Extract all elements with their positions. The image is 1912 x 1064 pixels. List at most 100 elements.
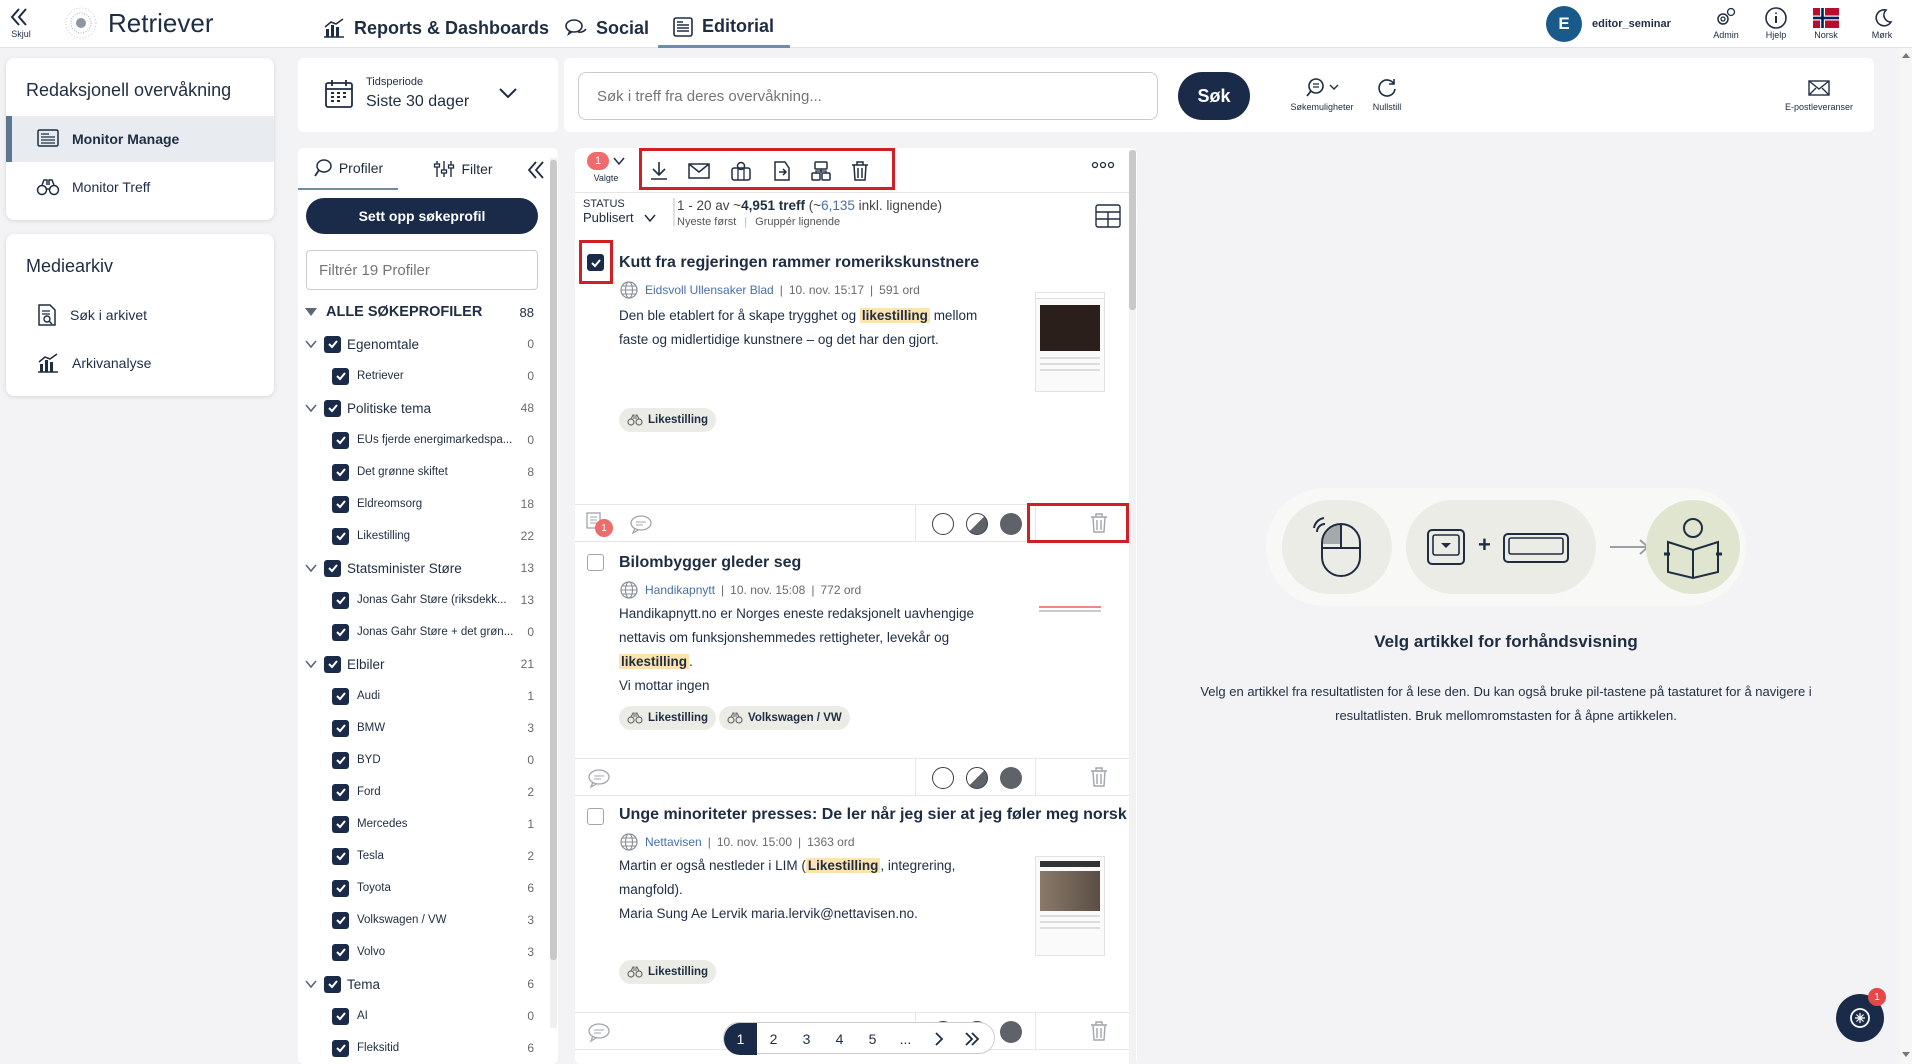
- profile-checkbox[interactable]: [332, 879, 349, 897]
- profile-group-row[interactable]: Politiske tema 48: [298, 392, 546, 424]
- profile-row[interactable]: Tesla 2: [298, 840, 546, 872]
- search-options-button[interactable]: Søkemuligheter: [1282, 76, 1362, 112]
- admin-button[interactable]: Admin: [1706, 6, 1746, 40]
- article-source[interactable]: Eidsvoll Ullensaker Blad: [645, 283, 774, 297]
- status-dropdown[interactable]: STATUS Publisert: [583, 198, 656, 225]
- profile-checkbox[interactable]: [324, 399, 341, 417]
- rating-half-circle[interactable]: [966, 513, 988, 535]
- comments-button[interactable]: 1: [585, 511, 613, 537]
- profile-checkbox[interactable]: [332, 623, 349, 641]
- profile-scrollbar[interactable]: [550, 158, 557, 1028]
- tag-likestilling[interactable]: Likestilling: [619, 706, 717, 730]
- page-1-button[interactable]: 1: [724, 1023, 757, 1055]
- article-source[interactable]: Handikapnytt: [645, 583, 715, 597]
- profile-checkbox[interactable]: [332, 911, 349, 929]
- chevron-down-icon[interactable]: [304, 401, 318, 415]
- profile-filter-input[interactable]: [306, 250, 538, 290]
- profile-checkbox[interactable]: [332, 847, 349, 865]
- help-button[interactable]: Hjelp: [1756, 6, 1796, 40]
- profile-row[interactable]: Retriever 0: [298, 360, 546, 392]
- profile-group-row[interactable]: Statsminister Støre 13: [298, 552, 546, 584]
- page-scrollbar[interactable]: [1900, 48, 1912, 1064]
- profile-row[interactable]: Audi 1: [298, 680, 546, 712]
- profile-row[interactable]: Toyota 6: [298, 872, 546, 904]
- profile-row[interactable]: Volvo 3: [298, 936, 546, 968]
- email-delivery-button[interactable]: E-postleveranser: [1774, 78, 1864, 112]
- layout-toggle-icon[interactable]: [1095, 204, 1121, 228]
- nav-archive-analysis[interactable]: Arkivanalyse: [6, 340, 274, 386]
- chat-support-button[interactable]: 1: [1836, 988, 1886, 1042]
- article-card[interactable]: Bilombygger gleder seg Handikapnytt | 10.…: [575, 542, 1129, 758]
- more-options-button[interactable]: [1091, 160, 1131, 180]
- profile-checkbox[interactable]: [332, 591, 349, 609]
- profile-checkbox[interactable]: [332, 815, 349, 833]
- sort-newest-link[interactable]: Nyeste først: [677, 216, 736, 228]
- page-4-button[interactable]: 4: [823, 1023, 856, 1055]
- tab-profiles[interactable]: Profiler: [298, 148, 398, 190]
- reset-button[interactable]: Nullstill: [1362, 76, 1412, 112]
- profile-row[interactable]: Ford 2: [298, 776, 546, 808]
- profile-checkbox[interactable]: [332, 527, 349, 545]
- nav-monitor-manage[interactable]: Monitor Manage: [6, 116, 274, 162]
- profile-row[interactable]: EUs fjerde energimarkedspa... 0: [298, 424, 546, 456]
- profile-checkbox[interactable]: [332, 751, 349, 769]
- profile-checkbox[interactable]: [324, 655, 341, 673]
- group-similar-link[interactable]: Gruppér lignende: [755, 216, 840, 228]
- profile-group-row[interactable]: Egenomtale 0: [298, 328, 546, 360]
- hide-sidebar-button[interactable]: Skjul: [8, 6, 34, 39]
- trash-icon[interactable]: [1089, 1020, 1109, 1042]
- user-menu[interactable]: E editor_seminar: [1546, 6, 1671, 42]
- profile-row[interactable]: Mercedes 1: [298, 808, 546, 840]
- dark-mode-button[interactable]: Mørk: [1862, 6, 1902, 40]
- scroll-down-icon[interactable]: [1900, 1050, 1912, 1060]
- profile-row[interactable]: Eldreomsorg 18: [298, 488, 546, 520]
- profile-checkbox[interactable]: [332, 719, 349, 737]
- setup-search-profile-button[interactable]: Sett opp søkeprofil: [306, 198, 538, 234]
- profile-group-row[interactable]: Tema 6: [298, 968, 546, 1000]
- rating-full-circle[interactable]: [1000, 767, 1022, 789]
- last-page-button[interactable]: [955, 1023, 988, 1055]
- chevron-down-icon[interactable]: [304, 977, 318, 991]
- profile-checkbox[interactable]: [332, 783, 349, 801]
- rating-empty-circle[interactable]: [932, 767, 954, 789]
- nav-monitor-treff[interactable]: Monitor Treff: [6, 164, 274, 210]
- profile-checkbox[interactable]: [332, 495, 349, 513]
- profile-group-row[interactable]: Elbiler 21: [298, 648, 546, 680]
- scroll-up-icon[interactable]: [1900, 50, 1912, 60]
- article-title[interactable]: Kutt fra regjeringen rammer romerikskuns…: [619, 254, 979, 272]
- profile-row[interactable]: AI 0: [298, 1000, 546, 1032]
- article-card[interactable]: Kutt fra regjeringen rammer romerikskuns…: [575, 240, 1129, 504]
- results-scrollbar-thumb[interactable]: [1129, 150, 1136, 310]
- profile-row[interactable]: Det grønne skiftet 8: [298, 456, 546, 488]
- chevron-down-icon[interactable]: [304, 561, 318, 575]
- page-3-button[interactable]: 3: [790, 1023, 823, 1055]
- rating-full-circle[interactable]: [1000, 1021, 1022, 1043]
- nav-editorial[interactable]: Editorial: [658, 8, 790, 48]
- profile-checkbox[interactable]: [332, 943, 349, 961]
- page-5-button[interactable]: 5: [856, 1023, 889, 1055]
- chevron-down-icon[interactable]: [304, 657, 318, 671]
- profile-checkbox[interactable]: [324, 975, 341, 993]
- period-selector[interactable]: Tidsperiode Siste 30 dager: [298, 58, 558, 132]
- tag-volkswagen[interactable]: Volkswagen / VW: [719, 706, 850, 730]
- chevron-down-icon[interactable]: [304, 337, 318, 351]
- search-input[interactable]: [578, 72, 1158, 120]
- article-title[interactable]: Bilombygger gleder seg: [619, 554, 801, 572]
- comment-icon[interactable]: [587, 1021, 611, 1043]
- all-profiles-row[interactable]: ALLE SØKEPROFILER 88: [298, 296, 546, 328]
- tab-filter[interactable]: Filter: [418, 148, 508, 190]
- page-ellipsis[interactable]: ...: [889, 1023, 922, 1055]
- profile-checkbox[interactable]: [332, 431, 349, 449]
- profile-scrollbar-thumb[interactable]: [550, 160, 557, 960]
- tag-likestilling[interactable]: Likestilling: [619, 408, 717, 432]
- rating-empty-circle[interactable]: [932, 513, 954, 535]
- article-checkbox[interactable]: [587, 808, 604, 825]
- results-scrollbar[interactable]: [1129, 150, 1136, 1064]
- profile-row[interactable]: BYD 0: [298, 744, 546, 776]
- nav-reports-dashboards[interactable]: Reports & Dashboards: [322, 8, 549, 48]
- profile-row[interactable]: Fleksitid 6: [298, 1032, 546, 1064]
- profile-row[interactable]: Jonas Gahr Støre + det grøn... 0: [298, 616, 546, 648]
- profile-checkbox[interactable]: [324, 335, 341, 353]
- language-button[interactable]: Norsk: [1806, 6, 1846, 40]
- profile-checkbox[interactable]: [332, 367, 349, 385]
